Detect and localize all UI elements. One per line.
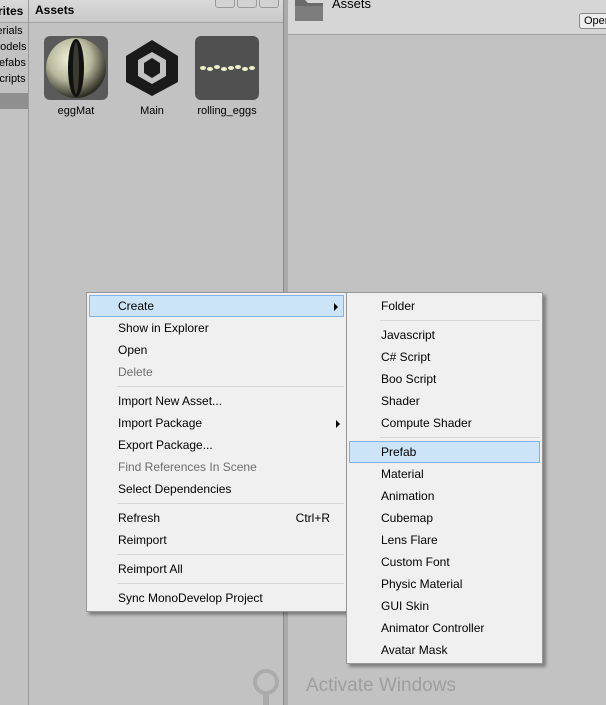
submenu-item-javascript[interactable]: Javascript [347,324,542,346]
menu-item-refresh[interactable]: Refresh Ctrl+R [87,507,346,529]
submenu-item-csharp-script[interactable]: C# Script [347,346,542,368]
filter-type-button[interactable] [215,0,235,8]
folder-icon [295,0,323,21]
tree-item-scripts[interactable]: Scripts [0,71,28,87]
menu-item-show-in-explorer[interactable]: Show in Explorer [87,317,346,339]
submenu-item-material[interactable]: Material [347,463,542,485]
menu-item-sync-monodevelop[interactable]: Sync MonoDevelop Project [87,587,346,609]
menu-separator [117,554,344,555]
create-submenu: Folder Javascript C# Script Boo Script S… [346,292,543,664]
asset-item-eggmat[interactable]: eggMat [40,36,112,117]
assets-panel-header: Assets [29,0,283,23]
menu-separator [380,320,540,321]
menu-item-import-package[interactable]: Import Package [87,412,346,434]
submenu-item-animator-controller[interactable]: Animator Controller [347,617,542,639]
menu-item-open[interactable]: Open [87,339,346,361]
inspector-header: Assets Open [288,0,606,35]
unity-scene-icon [120,36,184,100]
material-sphere-icon [44,36,108,100]
menu-separator [117,503,344,504]
submenu-item-cubemap[interactable]: Cubemap [347,507,542,529]
menu-item-reimport[interactable]: Reimport [87,529,346,551]
submenu-item-shader[interactable]: Shader [347,390,542,412]
menu-item-export-package[interactable]: Export Package... [87,434,346,456]
project-folder-tree: Favorites Materials Models Prefabs Scrip… [0,0,29,705]
submenu-item-lens-flare[interactable]: Lens Flare [347,529,542,551]
menu-item-find-references: Find References In Scene [118,460,257,474]
model-preview-icon [195,36,259,100]
asset-label: Main [140,105,164,117]
asset-item-main[interactable]: Main [116,36,188,117]
tree-item-materials[interactable]: Materials [0,23,28,39]
activation-key-icon [253,669,279,705]
submenu-item-avatar-mask[interactable]: Avatar Mask [347,639,542,661]
shortcut-label: Ctrl+R [295,511,330,525]
menu-separator [117,386,344,387]
open-button[interactable]: Open [579,13,606,29]
submenu-item-animation[interactable]: Animation [347,485,542,507]
submenu-item-physic-material[interactable]: Physic Material [347,573,542,595]
submenu-arrow-icon [334,303,338,311]
tree-selected-row[interactable] [0,93,28,109]
submenu-item-gui-skin[interactable]: GUI Skin [347,595,542,617]
context-menu: Create Show in Explorer Open Delete Impo… [86,292,347,612]
activate-windows-watermark: Activate Windows [306,675,456,696]
menu-item-import-new-asset[interactable]: Import New Asset... [87,390,346,412]
assets-panel-title: Assets [35,3,75,17]
tree-item-prefabs[interactable]: Prefabs [0,55,28,71]
submenu-item-compute-shader[interactable]: Compute Shader [347,412,542,434]
menu-item-delete: Delete [118,365,153,379]
submenu-item-boo-script[interactable]: Boo Script [347,368,542,390]
menu-separator [117,583,344,584]
menu-item-create[interactable]: Create [89,295,344,317]
submenu-item-prefab[interactable]: Prefab [349,441,540,463]
submenu-item-folder[interactable]: Folder [347,295,542,317]
filter-label-button[interactable] [237,0,257,8]
tree-header: Favorites [0,0,28,23]
favorite-button[interactable] [259,0,279,8]
menu-item-select-dependencies[interactable]: Select Dependencies [87,478,346,500]
menu-separator [380,437,540,438]
header-buttons [215,0,279,8]
tree-item-models[interactable]: Models [0,39,28,55]
asset-item-rolling-eggs[interactable]: rolling_eggs [191,36,263,117]
submenu-item-custom-font[interactable]: Custom Font [347,551,542,573]
submenu-arrow-icon [336,420,340,428]
inspector-title: Assets [332,0,372,11]
menu-item-reimport-all[interactable]: Reimport All [87,558,346,580]
asset-label: rolling_eggs [197,105,257,117]
asset-label: eggMat [57,105,95,117]
